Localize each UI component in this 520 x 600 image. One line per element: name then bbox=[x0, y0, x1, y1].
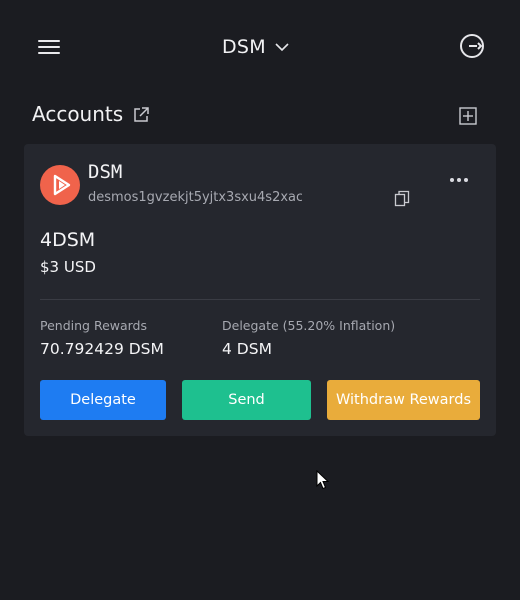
delegate-inflation-label: Delegate (55.20% Inflation) bbox=[222, 318, 396, 333]
chevron-down-icon bbox=[275, 43, 289, 52]
accounts-title: Accounts bbox=[32, 102, 124, 126]
chain-logo-icon bbox=[40, 165, 80, 205]
withdraw-rewards-button[interactable]: Withdraw Rewards bbox=[327, 380, 480, 420]
mouse-cursor-icon bbox=[316, 470, 330, 490]
account-balance-usd: $3 USD bbox=[40, 258, 96, 276]
pending-rewards-value: 70.792429 DSM bbox=[40, 340, 164, 358]
account-name: DSM bbox=[88, 161, 123, 183]
hamburger-menu-icon[interactable] bbox=[36, 36, 62, 58]
account-address: desmos1gvzekjt5yjtx3sxu4s2xacxdhl bbox=[88, 190, 302, 205]
delegate-button[interactable]: Delegate bbox=[40, 380, 166, 420]
chain-selector-label: DSM bbox=[222, 36, 266, 58]
plus-square-icon[interactable] bbox=[458, 106, 478, 126]
account-card: DSM desmos1gvzekjt5yjtx3sxu4s2xacxdhl 4D… bbox=[24, 144, 496, 436]
divider bbox=[40, 299, 480, 300]
top-bar: DSM bbox=[0, 0, 520, 94]
more-options-icon[interactable] bbox=[448, 176, 470, 184]
delegated-value: 4 DSM bbox=[222, 340, 272, 358]
account-balance: 4DSM bbox=[40, 229, 96, 251]
copy-icon[interactable] bbox=[394, 190, 410, 208]
send-button[interactable]: Send bbox=[182, 380, 311, 420]
accounts-header: Accounts bbox=[32, 100, 488, 132]
logout-icon[interactable] bbox=[458, 32, 486, 60]
external-link-icon[interactable] bbox=[132, 106, 150, 124]
pending-rewards-label: Pending Rewards bbox=[40, 318, 148, 333]
chain-selector[interactable]: DSM bbox=[222, 30, 290, 64]
